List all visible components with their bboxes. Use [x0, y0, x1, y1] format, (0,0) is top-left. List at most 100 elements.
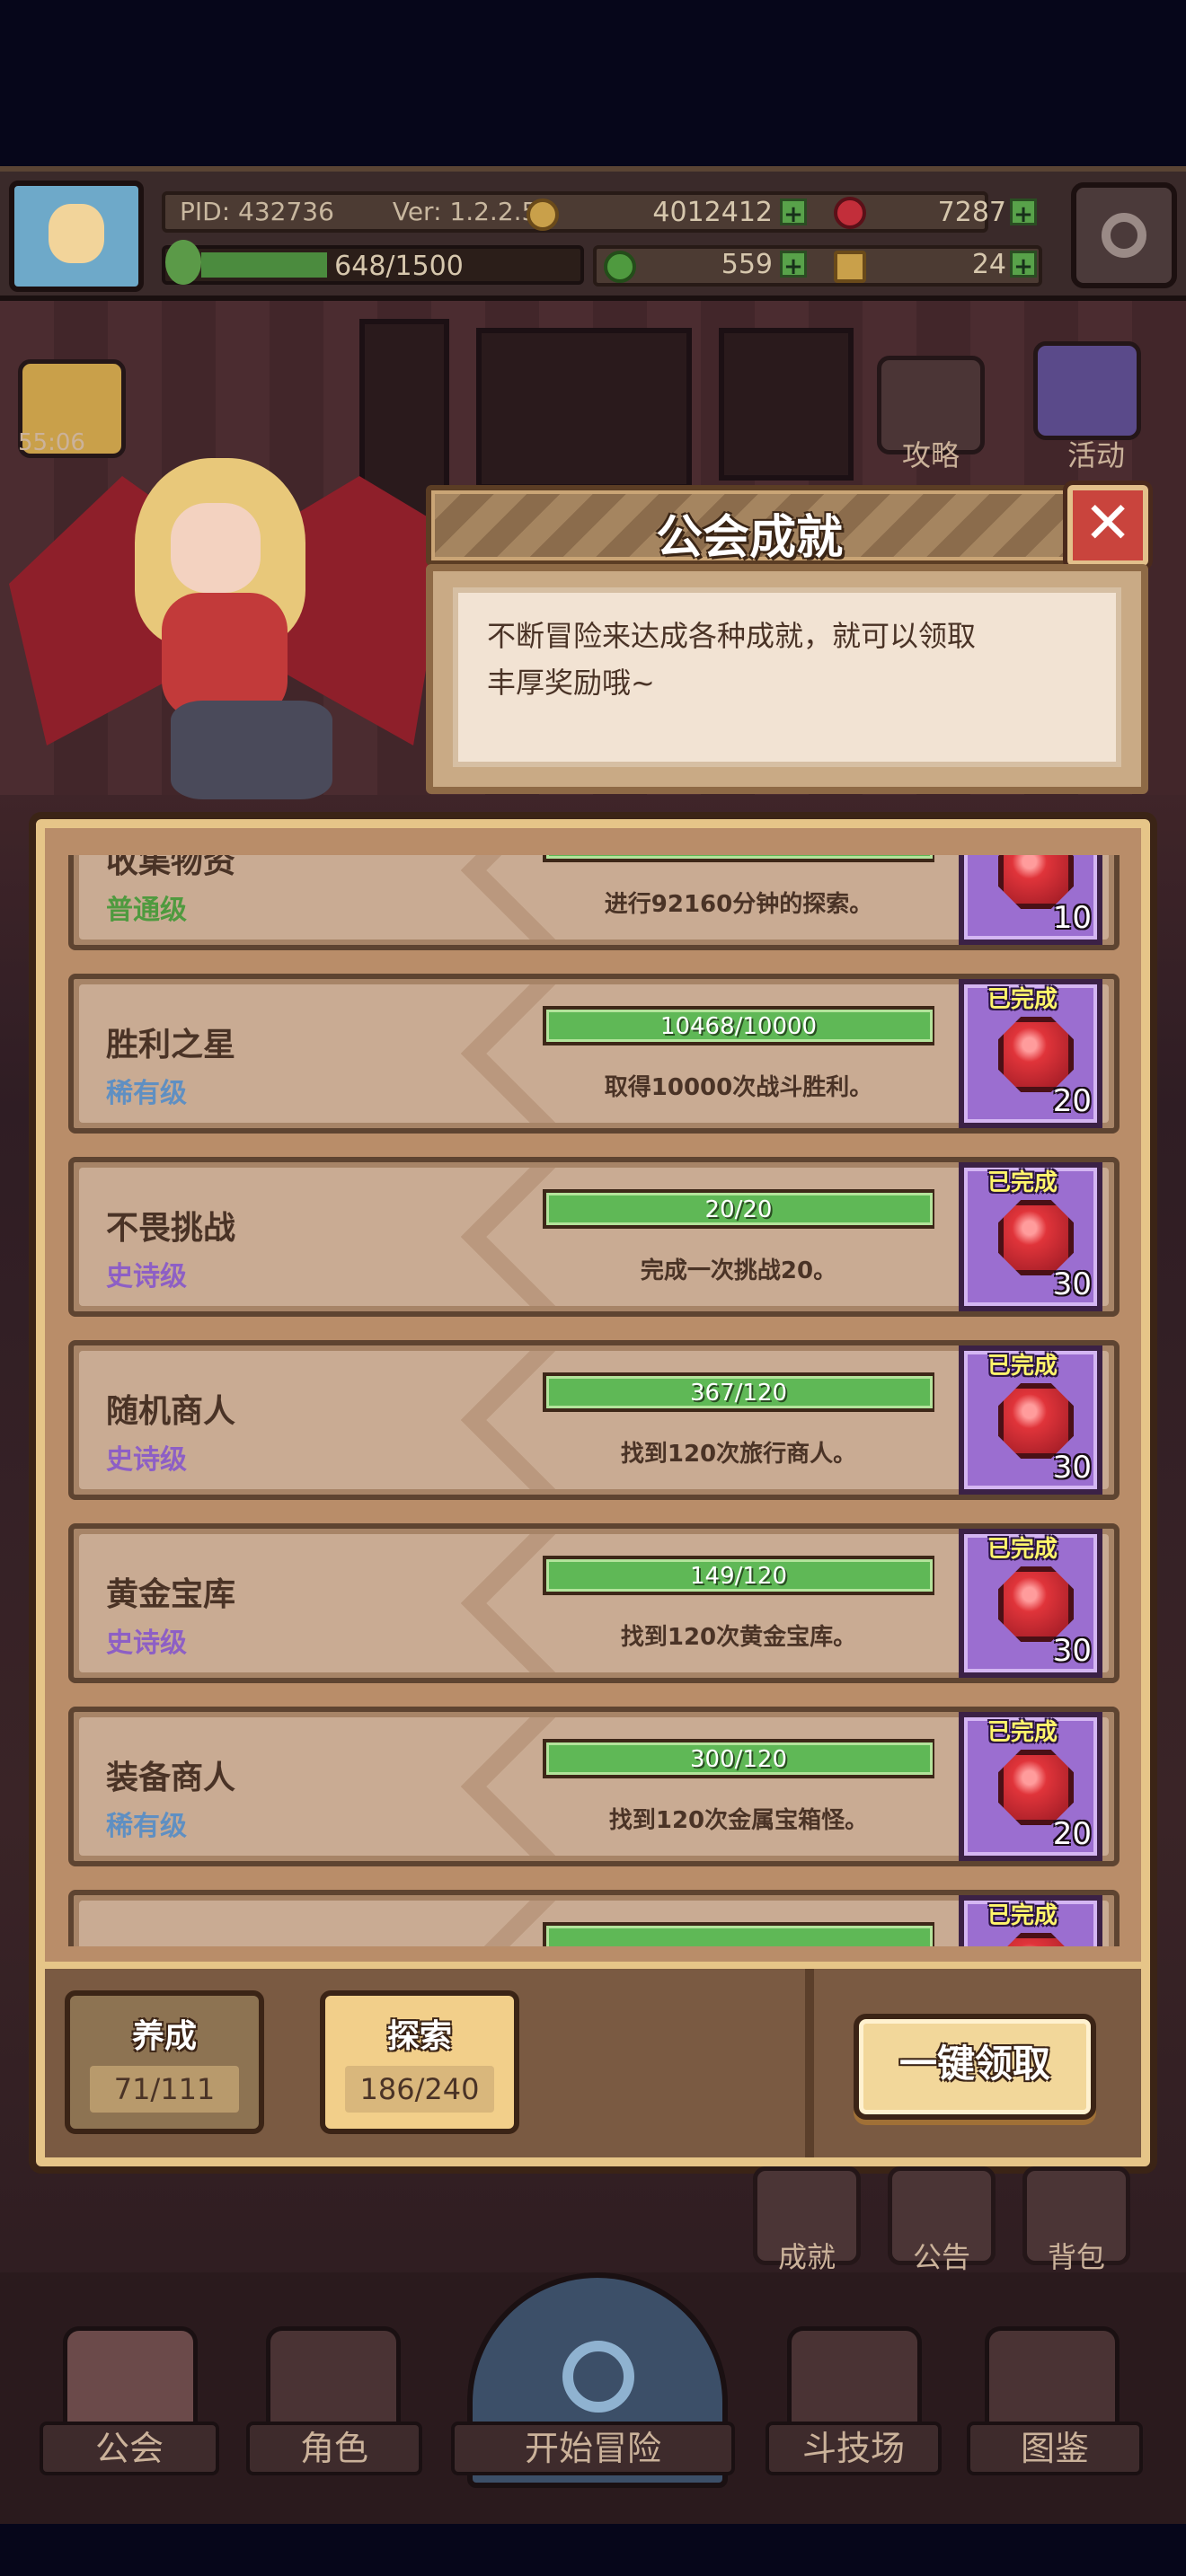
- achievement-description: 完成一次挑战20。: [640, 1257, 837, 1284]
- stamina-bar: 648/1500: [162, 240, 584, 285]
- settings-button[interactable]: [1071, 182, 1177, 288]
- background-painting: [476, 328, 692, 490]
- achievement-progress-bar: [543, 1922, 934, 1946]
- achievement-progress-text: 939073/92160: [546, 855, 931, 857]
- category-tab-strip: 养成 71/111 探索 186/240 一键领取: [45, 1962, 1141, 2157]
- reward-quantity: 10: [1052, 900, 1092, 936]
- ruby-gem-icon: [998, 1566, 1074, 1642]
- player-avatar[interactable]: [9, 181, 144, 292]
- clover-icon: [604, 251, 636, 283]
- ruby-gem-icon: [998, 1200, 1074, 1275]
- tab-explore-label: 探索: [386, 2018, 452, 2055]
- add-keys-button[interactable]: +: [1010, 251, 1037, 280]
- bag-label[interactable]: 背包: [1013, 2235, 1139, 2276]
- stamina-value: 648/1500: [334, 251, 464, 282]
- dialog-title: 公会成就: [655, 511, 843, 565]
- achievement-status: 已完成: [987, 1902, 1058, 1929]
- close-icon: ✕: [1084, 490, 1132, 557]
- gem-amount: 7287: [937, 197, 1006, 228]
- character-dress: [162, 593, 288, 719]
- achievement-reward-button[interactable]: 10: [959, 855, 1102, 945]
- character-face: [171, 503, 261, 593]
- achievement-panel: 收集物资 普通级 939073/92160 进行92160分钟的探索。 10 胜…: [36, 819, 1150, 2166]
- notice-label[interactable]: 公告: [879, 2235, 1005, 2276]
- avatar-face-icon: [49, 204, 104, 263]
- achievement-description: 找到120次旅行商人。: [620, 1441, 857, 1468]
- achievement-rarity: 史诗级: [106, 1628, 187, 1659]
- reward-quantity: 30: [1052, 1450, 1092, 1486]
- claim-all-button[interactable]: 一键领取: [854, 2014, 1096, 2120]
- clover-amount: 559: [721, 249, 773, 280]
- achievement-progress-bar: 149/120: [543, 1556, 934, 1595]
- achievement-progress-bar: 939073/92160: [543, 855, 934, 862]
- nav-start-adventure[interactable]: 开始冒险: [451, 2422, 735, 2475]
- key-amount: 24: [971, 249, 1006, 280]
- add-gems-button[interactable]: +: [1010, 198, 1037, 228]
- achievement-progress-text: 367/120: [689, 1380, 787, 1407]
- achievement-rarity: 史诗级: [106, 1444, 187, 1476]
- reward-quantity: 20: [1052, 1083, 1092, 1119]
- nav-arena[interactable]: 斗技场: [766, 2422, 942, 2475]
- balloon-event-icon[interactable]: [1033, 341, 1141, 440]
- tab-cultivate[interactable]: 养成 71/111: [65, 1990, 264, 2134]
- achievement-description: 找到120次金属宝箱怪。: [608, 1807, 869, 1834]
- achievement-status: 已完成: [987, 1719, 1058, 1746]
- reward-quantity: 30: [1052, 1633, 1092, 1669]
- achievement-row: 装备商人 稀有级 300/120 找到120次金属宝箱怪。 已完成 20: [68, 1707, 1120, 1866]
- key-icon: [834, 251, 866, 283]
- achievement-row: 随机商人 史诗级 367/120 找到120次旅行商人。 已完成 30: [68, 1340, 1120, 1500]
- achievement-progress-bar: 367/120: [543, 1372, 934, 1412]
- achievement-name: 收集物资: [106, 855, 236, 880]
- achievement-rarity: 普通级: [106, 895, 187, 926]
- achievement-status: 已完成: [987, 1353, 1058, 1380]
- achievement-row: 已完成: [68, 1890, 1120, 1946]
- nav-guild[interactable]: 公会: [40, 2422, 219, 2475]
- ruby-gem-icon: [998, 1383, 1074, 1459]
- bottom-navigation: 公会 角色 开始冒险 斗技场 图鉴: [0, 2272, 1186, 2524]
- gold-amount: 4012412: [652, 197, 773, 228]
- event-label[interactable]: 活动: [1033, 433, 1159, 474]
- tab-explore-count: 186/240: [345, 2066, 494, 2113]
- player-id: PID: 432736: [180, 197, 334, 226]
- vampire-girl-illustration: [0, 440, 467, 817]
- achievement-status: 已完成: [987, 986, 1058, 1013]
- achievement-name: 胜利之星: [106, 1027, 236, 1063]
- tab-explore[interactable]: 探索 186/240: [320, 1990, 519, 2134]
- achievement-reward-button[interactable]: 已完成: [959, 1895, 1102, 1946]
- achievement-description: 进行92160分钟的探索。: [604, 891, 873, 918]
- tab-cultivate-count: 71/111: [90, 2066, 239, 2113]
- achievement-progress-bar: 10468/10000: [543, 1006, 934, 1045]
- achievement-rarity: 史诗级: [106, 1261, 187, 1292]
- gem-icon: [834, 197, 866, 229]
- achievement-description: 找到120次黄金宝库。: [620, 1624, 857, 1651]
- achievement-progress-bar: 20/20: [543, 1189, 934, 1229]
- dialog-description: 不断冒险来达成各种成就，就可以领取 丰厚奖励哦~: [487, 613, 1062, 706]
- guide-label[interactable]: 攻略: [868, 433, 994, 474]
- achievement-progress-text: 10468/10000: [659, 1013, 818, 1040]
- achievement-rarity: 稀有级: [106, 1078, 187, 1109]
- close-button[interactable]: ✕: [1067, 485, 1148, 566]
- achievement-reward-button[interactable]: 已完成 20: [959, 1712, 1102, 1861]
- stamina-leaf-icon: [165, 240, 201, 285]
- top-hud: PID: 432736 Ver: 1.2.2.5 4012412 + 7287 …: [0, 166, 1186, 301]
- achievement-reward-button[interactable]: 已完成 20: [959, 979, 1102, 1128]
- achievement-label[interactable]: 成就: [744, 2235, 870, 2276]
- tab-cultivate-label: 养成: [131, 2018, 197, 2055]
- background-window-2: [719, 328, 854, 481]
- nav-character[interactable]: 角色: [246, 2422, 422, 2475]
- achievement-list[interactable]: 收集物资 普通级 939073/92160 进行92160分钟的探索。 10 胜…: [68, 855, 1120, 1946]
- achievement-reward-button[interactable]: 已完成 30: [959, 1345, 1102, 1495]
- add-gold-button[interactable]: +: [780, 198, 807, 228]
- nav-codex[interactable]: 图鉴: [967, 2422, 1143, 2475]
- description-line-2: 丰厚奖励哦~: [487, 666, 655, 700]
- achievement-rarity: 稀有级: [106, 1811, 187, 1842]
- add-clover-button[interactable]: +: [780, 251, 807, 280]
- description-line-1: 不断冒险来达成各种成就，就可以领取: [487, 619, 977, 653]
- achievement-name: 装备商人: [106, 1760, 236, 1796]
- tab-divider: [805, 1969, 814, 2157]
- character-legs: [171, 701, 332, 799]
- achievement-reward-button[interactable]: 已完成 30: [959, 1529, 1102, 1678]
- achievement-name: 随机商人: [106, 1393, 236, 1430]
- achievement-reward-button[interactable]: 已完成 30: [959, 1162, 1102, 1311]
- achievement-status: 已完成: [987, 1169, 1058, 1196]
